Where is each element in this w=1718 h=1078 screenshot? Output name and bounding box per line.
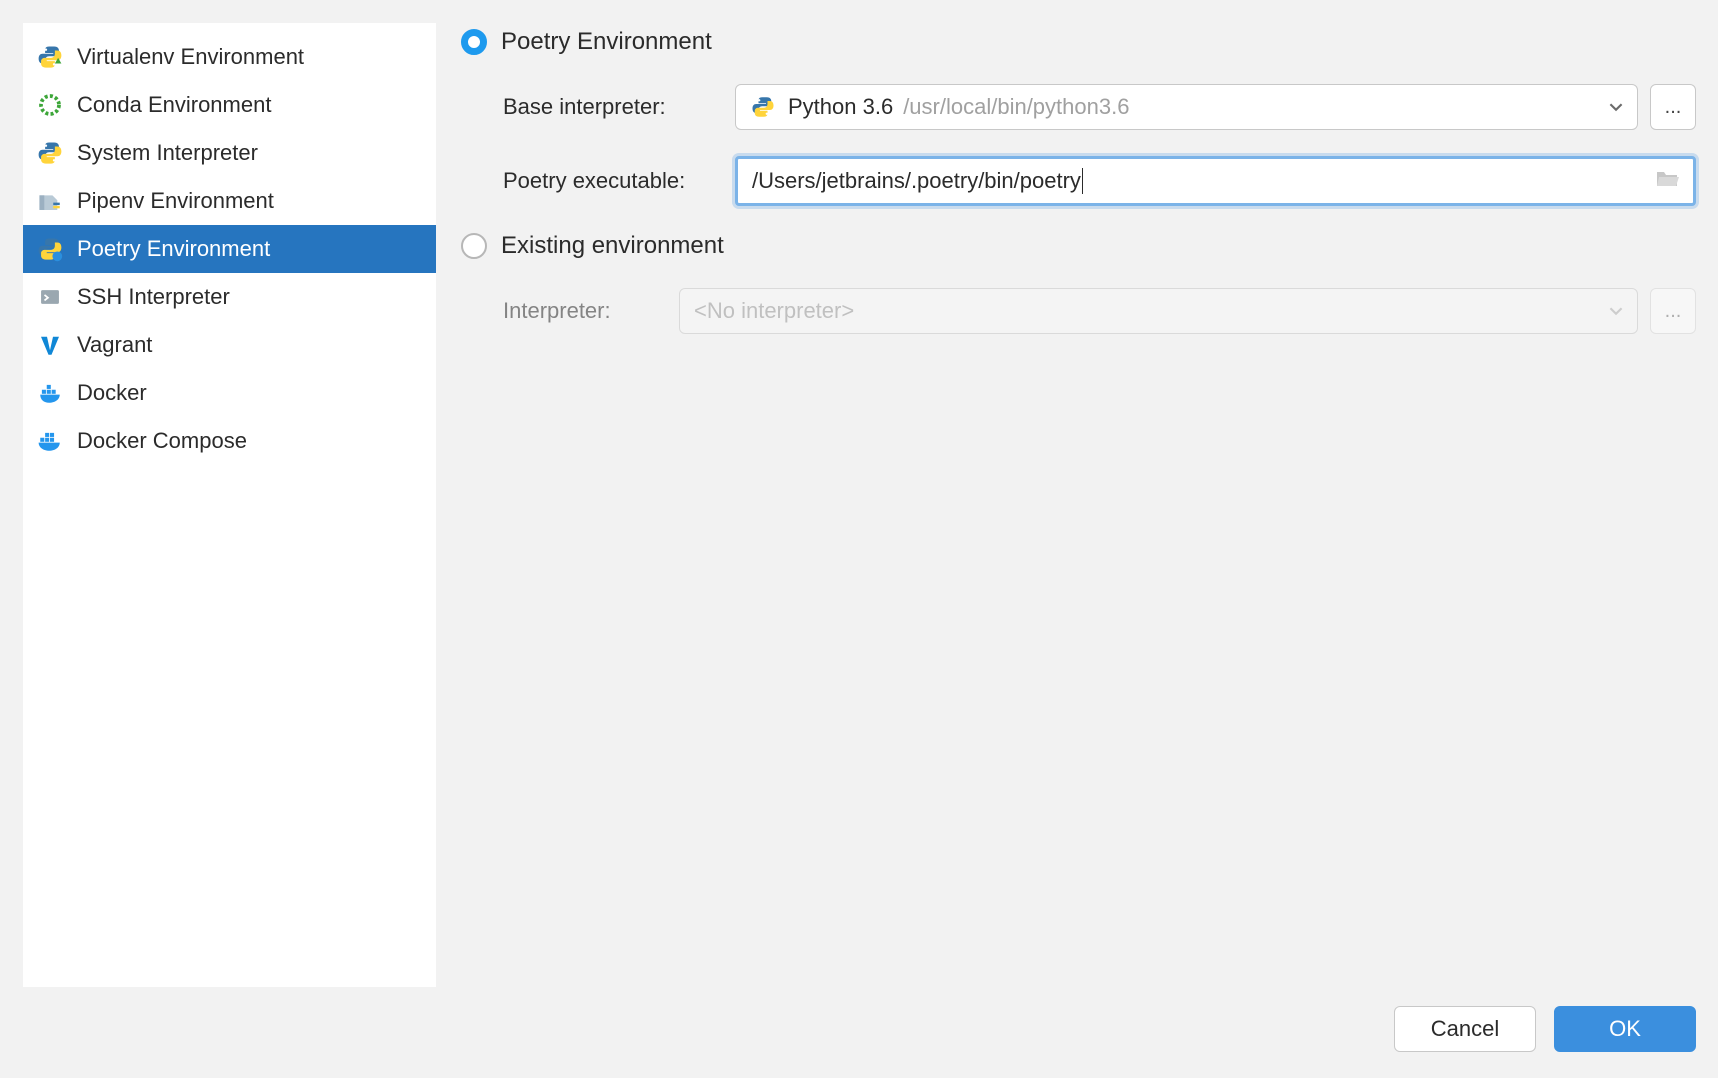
radio-poetry-environment-row[interactable]: Poetry Environment <box>461 28 1696 56</box>
radio-selected-icon <box>461 29 487 55</box>
ellipsis-icon: ... <box>1665 300 1682 323</box>
pipenv-icon <box>37 188 63 214</box>
conda-icon <box>37 92 63 118</box>
poetry-icon <box>37 236 63 262</box>
dialog-footer: Cancel OK <box>0 988 1718 1078</box>
radio-existing-environment-row[interactable]: Existing environment <box>461 232 1696 260</box>
sidebar-item-label: Pipenv Environment <box>77 188 274 214</box>
existing-interpreter-dropdown: <No interpreter> <box>679 288 1638 334</box>
python-icon <box>37 140 63 166</box>
sidebar-item-vagrant[interactable]: Vagrant <box>23 321 436 369</box>
interpreter-name: Python 3.6 <box>788 94 893 120</box>
vagrant-icon <box>37 332 63 358</box>
poetry-executable-input[interactable]: /Users/jetbrains/.poetry/bin/poetry <box>735 156 1696 206</box>
chevron-down-icon <box>1609 298 1623 324</box>
sidebar-item-virtualenv[interactable]: Virtualenv Environment <box>23 33 436 81</box>
add-interpreter-dialog: Virtualenv Environment Conda Environment… <box>0 0 1718 1078</box>
sidebar-item-label: Vagrant <box>77 332 152 358</box>
existing-interpreter-browse-button: ... <box>1650 288 1696 334</box>
docker-icon <box>37 380 63 406</box>
chevron-down-icon <box>1609 94 1623 120</box>
sidebar-item-pipenv[interactable]: Pipenv Environment <box>23 177 436 225</box>
base-interpreter-browse-button[interactable]: ... <box>1650 84 1696 130</box>
main-panel: Poetry Environment Base interpreter: Pyt… <box>437 22 1696 988</box>
sidebar-item-docker-compose[interactable]: Docker Compose <box>23 417 436 465</box>
existing-interpreter-row: Interpreter: <No interpreter> ... <box>503 288 1696 334</box>
sidebar-item-conda[interactable]: Conda Environment <box>23 81 436 129</box>
existing-interpreter-value: <No interpreter> <box>694 298 854 324</box>
python-virtualenv-icon <box>37 44 63 70</box>
button-label: OK <box>1609 1016 1641 1042</box>
section-title-existing: Existing environment <box>501 232 724 260</box>
poetry-executable-value: /Users/jetbrains/.poetry/bin/poetry <box>752 168 1083 194</box>
sidebar-item-docker[interactable]: Docker <box>23 369 436 417</box>
sidebar-item-label: Poetry Environment <box>77 236 270 262</box>
button-label: Cancel <box>1431 1016 1499 1042</box>
sidebar-item-poetry[interactable]: Poetry Environment <box>23 225 436 273</box>
sidebar-item-label: Docker <box>77 380 147 406</box>
folder-open-icon[interactable] <box>1655 168 1679 194</box>
ssh-icon <box>37 284 63 310</box>
poetry-executable-label: Poetry executable: <box>503 168 735 194</box>
sidebar-item-ssh[interactable]: SSH Interpreter <box>23 273 436 321</box>
section-title-poetry: Poetry Environment <box>501 28 712 56</box>
sidebar-item-system[interactable]: System Interpreter <box>23 129 436 177</box>
ellipsis-icon: ... <box>1665 96 1682 119</box>
base-interpreter-row: Base interpreter: Python 3.6 /usr/local/… <box>503 84 1696 130</box>
python-icon <box>750 94 776 120</box>
ok-button[interactable]: OK <box>1554 1006 1696 1052</box>
docker-compose-icon <box>37 428 63 454</box>
dialog-body: Virtualenv Environment Conda Environment… <box>0 0 1718 988</box>
interpreter-type-sidebar: Virtualenv Environment Conda Environment… <box>22 22 437 988</box>
cancel-button[interactable]: Cancel <box>1394 1006 1536 1052</box>
base-interpreter-label: Base interpreter: <box>503 94 735 120</box>
sidebar-item-label: Conda Environment <box>77 92 271 118</box>
base-interpreter-dropdown[interactable]: Python 3.6 /usr/local/bin/python3.6 <box>735 84 1638 130</box>
interpreter-path: /usr/local/bin/python3.6 <box>903 94 1129 120</box>
sidebar-item-label: Docker Compose <box>77 428 247 454</box>
existing-interpreter-label: Interpreter: <box>503 298 679 324</box>
poetry-executable-row: Poetry executable: /Users/jetbrains/.poe… <box>503 156 1696 206</box>
sidebar-item-label: System Interpreter <box>77 140 258 166</box>
sidebar-item-label: Virtualenv Environment <box>77 44 304 70</box>
radio-unselected-icon <box>461 233 487 259</box>
sidebar-item-label: SSH Interpreter <box>77 284 230 310</box>
